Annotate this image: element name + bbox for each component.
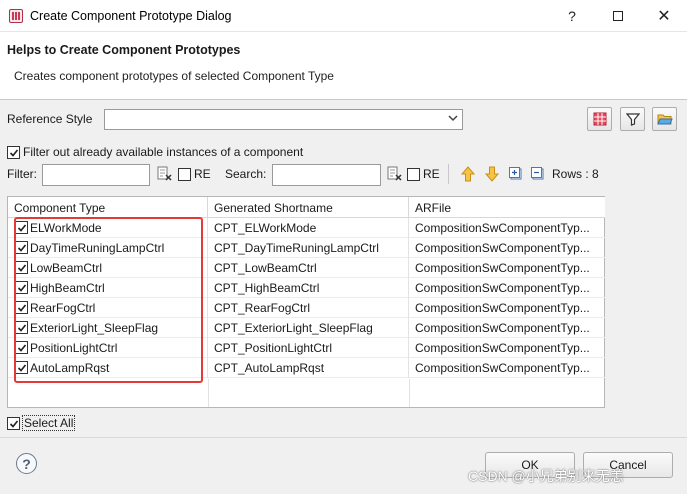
- reference-style-combo[interactable]: [104, 109, 463, 130]
- open-folder-button[interactable]: [652, 107, 677, 131]
- filter-out-checkbox[interactable]: [7, 146, 20, 159]
- rows-count: Rows : 8: [552, 167, 599, 181]
- question-icon: ?: [22, 455, 31, 472]
- cell-generated-shortname: CPT_ELWorkMode: [208, 218, 409, 238]
- filter-button[interactable]: [620, 107, 645, 131]
- search-label: Search:: [225, 167, 267, 181]
- reference-style-label: Reference Style: [7, 112, 93, 126]
- checkmark-icon: [9, 419, 18, 428]
- cell-generated-shortname: CPT_HighBeamCtrl: [208, 278, 409, 298]
- column-divider: [409, 379, 410, 407]
- cell-generated-shortname: CPT_ExteriorLight_SleepFlag: [208, 318, 409, 338]
- checkmark-icon: [9, 148, 18, 157]
- funnel-icon: [625, 113, 640, 126]
- maximize-icon: [613, 11, 623, 21]
- arrow-down-icon[interactable]: [484, 166, 500, 185]
- column-header-arfile[interactable]: ARFile: [409, 197, 605, 218]
- expand-all-icon[interactable]: [509, 167, 523, 184]
- cell-generated-shortname: CPT_LowBeamCtrl: [208, 258, 409, 278]
- window-title: Create Component Prototype Dialog: [30, 9, 232, 23]
- help-icon: ?: [568, 8, 576, 24]
- filter-input[interactable]: [42, 164, 150, 186]
- regex-checkbox-search[interactable]: [407, 168, 420, 181]
- title-bar: Create Component Prototype Dialog ? ✕: [0, 0, 687, 32]
- title-help-button[interactable]: ?: [549, 0, 595, 32]
- help-button[interactable]: ?: [16, 453, 37, 474]
- toolbar-separator: [448, 164, 449, 184]
- clear-search-icon[interactable]: [387, 166, 403, 185]
- regex-label-filter: RE: [194, 167, 211, 181]
- highlight-box: [14, 217, 203, 383]
- app-icon: [9, 9, 23, 23]
- cell-arfile: CompositionSwComponentTyp...: [415, 361, 590, 375]
- chevron-down-icon: [448, 115, 458, 122]
- cell-arfile: CompositionSwComponentTyp...: [415, 301, 590, 315]
- column-divider: [208, 379, 209, 407]
- select-all-label[interactable]: Select All: [22, 415, 76, 431]
- column-header-generated-shortname[interactable]: Generated Shortname: [208, 197, 409, 218]
- filter-out-label: Filter out already available instances o…: [23, 145, 304, 159]
- banner-description: Creates component prototypes of selected…: [14, 69, 334, 83]
- regex-checkbox-filter[interactable]: [178, 168, 191, 181]
- footer-separator: [0, 437, 687, 438]
- cell-arfile: CompositionSwComponentTyp...: [415, 321, 590, 335]
- cell-generated-shortname: CPT_PositionLightCtrl: [208, 338, 409, 358]
- grid-icon: [593, 112, 606, 126]
- search-input[interactable]: [272, 164, 381, 186]
- cell-arfile: CompositionSwComponentTyp...: [415, 281, 590, 295]
- clear-filter-icon[interactable]: [157, 166, 173, 185]
- maximize-button[interactable]: [595, 0, 641, 32]
- cell-generated-shortname: CPT_DayTimeRuningLampCtrl: [208, 238, 409, 258]
- watermark: CSDN @小兄弟别来无恙: [468, 468, 624, 484]
- cell-arfile: CompositionSwComponentTyp...: [415, 241, 590, 255]
- cell-arfile: CompositionSwComponentTyp...: [415, 261, 590, 275]
- cell-generated-shortname: CPT_AutoLampRqst: [208, 358, 409, 378]
- cell-arfile: CompositionSwComponentTyp...: [415, 341, 590, 355]
- regex-label-search: RE: [423, 167, 440, 181]
- cell-generated-shortname: CPT_RearFogCtrl: [208, 298, 409, 318]
- select-all-checkbox[interactable]: [7, 417, 20, 430]
- close-button[interactable]: ✕: [641, 0, 687, 32]
- column-header-component-type[interactable]: Component Type: [8, 197, 208, 218]
- collapse-all-icon[interactable]: [531, 167, 545, 184]
- filter-label: Filter:: [7, 167, 37, 181]
- banner-title: Helps to Create Component Prototypes: [7, 43, 241, 57]
- grid-button[interactable]: [587, 107, 612, 131]
- close-icon: ✕: [657, 8, 671, 25]
- arrow-up-icon[interactable]: [460, 166, 476, 185]
- dialog-banner: Helps to Create Component Prototypes Cre…: [0, 32, 687, 100]
- cell-arfile: CompositionSwComponentTyp...: [415, 221, 590, 235]
- folder-icon: [656, 114, 673, 125]
